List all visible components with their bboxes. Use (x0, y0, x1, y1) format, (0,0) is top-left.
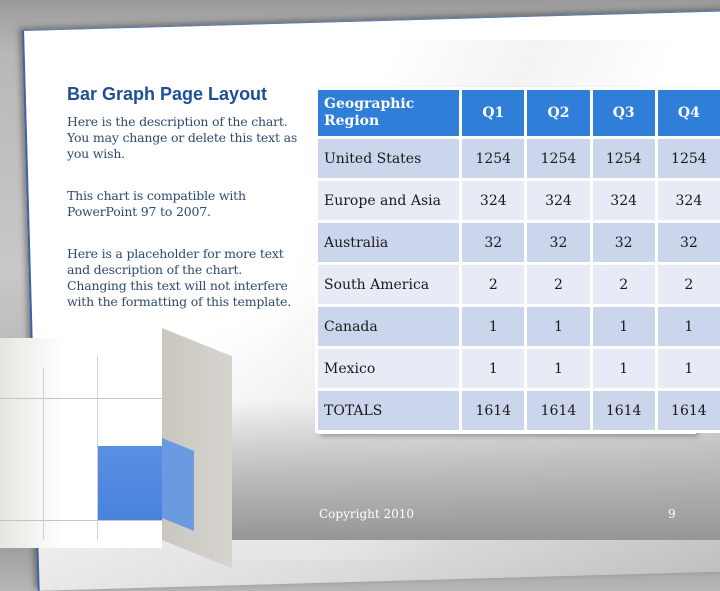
cell-value: 1614 (462, 391, 525, 430)
cell-value: 324 (657, 181, 720, 220)
cube-blue-accent (97, 446, 162, 520)
footer-copyright: Copyright 2010 (319, 507, 415, 521)
table-header-row: Geographic Region Q1 Q2 Q3 Q4 (318, 90, 720, 136)
cell-region: Europe and Asia (318, 181, 460, 220)
cell-region: Australia (318, 223, 460, 262)
cell-value: 1 (657, 349, 720, 388)
table-row: Mexico 1 1 1 1 (318, 349, 720, 388)
cell-value: 32 (527, 223, 590, 262)
header-region: Geographic Region (318, 90, 460, 136)
cell-value: 2 (462, 265, 525, 304)
cell-value: 32 (592, 223, 655, 262)
cell-value: 2 (592, 265, 655, 304)
cell-value: 2 (527, 265, 590, 304)
cell-value: 324 (527, 181, 590, 220)
cell-value: 1254 (527, 139, 590, 178)
cell-region: South America (318, 265, 460, 304)
table-row: Canada 1 1 1 1 (318, 307, 720, 346)
cell-value: 32 (657, 223, 720, 262)
cube-grid-line (0, 520, 162, 521)
header-q3: Q3 (592, 90, 655, 136)
placeholder-paragraph: Here is a placeholder for more text and … (67, 246, 291, 309)
cube-grid-line (97, 356, 98, 540)
cell-value: 1254 (592, 139, 655, 178)
cell-value: 1254 (462, 139, 525, 178)
decorative-cube-graphic (0, 328, 240, 569)
page-title: Bar Graph Page Layout (67, 84, 268, 104)
cell-value: 1 (462, 349, 525, 388)
cell-value: 324 (592, 181, 655, 220)
header-q2: Q2 (527, 90, 590, 136)
cube-grid-line (0, 398, 162, 399)
cell-region: Canada (318, 307, 460, 346)
compatibility-paragraph: This chart is compatible with PowerPoint… (67, 188, 246, 219)
cell-region: United States (318, 139, 460, 178)
header-q1: Q1 (462, 90, 525, 136)
cell-value: 1 (462, 307, 525, 346)
cell-value: 32 (462, 223, 525, 262)
cell-value: 1 (592, 307, 655, 346)
cube-grid-line (43, 368, 44, 540)
data-table: Geographic Region Q1 Q2 Q3 Q4 United Sta… (315, 87, 720, 433)
table-row: South America 2 2 2 2 (318, 265, 720, 304)
cell-value: 2 (657, 265, 720, 304)
description-paragraph: Here is the description of the chart. Yo… (67, 114, 298, 161)
cell-region: Mexico (318, 349, 460, 388)
table-row-totals: TOTALS 1614 1614 1614 1614 (318, 391, 720, 430)
header-q4: Q4 (657, 90, 720, 136)
table-row: Australia 32 32 32 32 (318, 223, 720, 262)
cell-value: 1 (527, 307, 590, 346)
cell-value: 1 (592, 349, 655, 388)
cell-region: TOTALS (318, 391, 460, 430)
cell-value: 1614 (527, 391, 590, 430)
cell-value: 1254 (657, 139, 720, 178)
cell-value: 1614 (592, 391, 655, 430)
page-number: 9 (668, 507, 676, 521)
table-row: Europe and Asia 324 324 324 324 (318, 181, 720, 220)
cell-value: 1 (527, 349, 590, 388)
cube-blue-accent-side (162, 438, 194, 531)
cell-value: 324 (462, 181, 525, 220)
cell-value: 1 (657, 307, 720, 346)
table-row: United States 1254 1254 1254 1254 (318, 139, 720, 178)
cell-value: 1614 (657, 391, 720, 430)
